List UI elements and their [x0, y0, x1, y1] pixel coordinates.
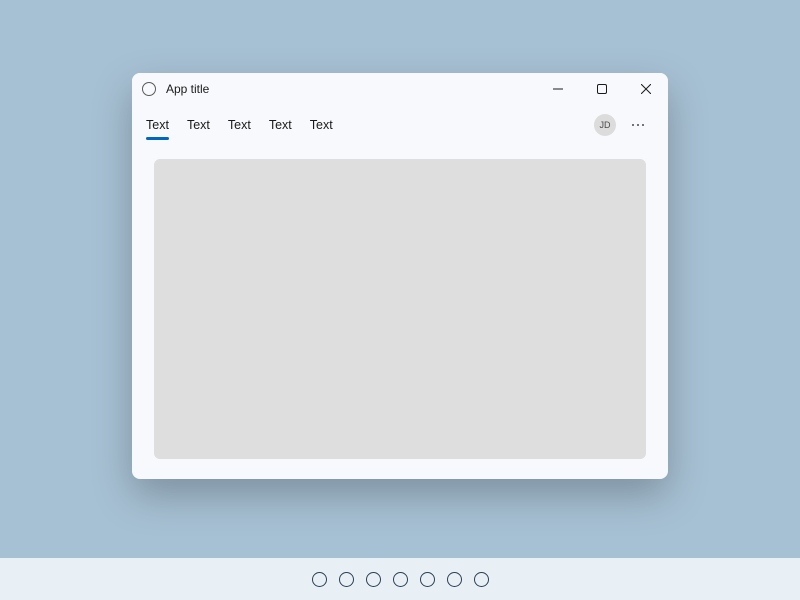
user-avatar[interactable]: JD — [594, 114, 616, 136]
more-icon — [632, 124, 645, 127]
close-button[interactable] — [624, 73, 668, 105]
app-title: App title — [166, 82, 536, 96]
more-button[interactable] — [628, 115, 648, 135]
taskbar-item-1[interactable] — [339, 572, 354, 587]
tab-4[interactable]: Text — [310, 112, 333, 138]
taskbar-item-5[interactable] — [447, 572, 462, 587]
tabbar: Text Text Text Text Text JD — [132, 105, 668, 145]
tab-1[interactable]: Text — [187, 112, 210, 138]
taskbar-item-6[interactable] — [474, 572, 489, 587]
tab-0[interactable]: Text — [146, 112, 169, 138]
content-placeholder — [154, 159, 646, 459]
window-controls — [536, 73, 668, 105]
tabs: Text Text Text Text Text — [146, 112, 594, 138]
taskbar-item-0[interactable] — [312, 572, 327, 587]
minimize-icon — [553, 84, 563, 94]
app-icon — [142, 82, 156, 96]
maximize-icon — [597, 84, 607, 94]
taskbar-item-2[interactable] — [366, 572, 381, 587]
content-area — [132, 145, 668, 479]
titlebar: App title — [132, 73, 668, 105]
maximize-button[interactable] — [580, 73, 624, 105]
close-icon — [641, 84, 651, 94]
app-window: App title Text Text — [132, 73, 668, 479]
tab-2[interactable]: Text — [228, 112, 251, 138]
taskbar-item-4[interactable] — [420, 572, 435, 587]
minimize-button[interactable] — [536, 73, 580, 105]
tab-3[interactable]: Text — [269, 112, 292, 138]
taskbar-item-3[interactable] — [393, 572, 408, 587]
taskbar — [0, 558, 800, 600]
